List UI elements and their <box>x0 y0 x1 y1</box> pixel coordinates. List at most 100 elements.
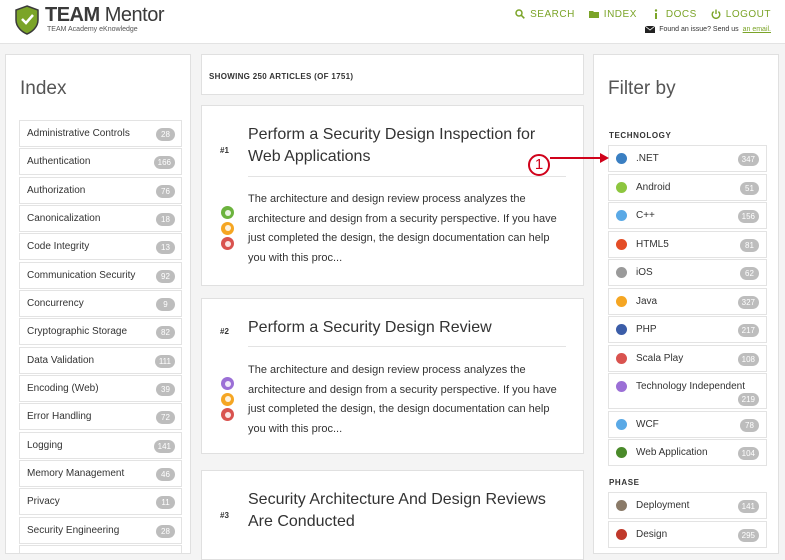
filter-panel: Filter by TECHNOLOGY .NET 347 Android 51 C++… <box>593 54 779 554</box>
nav-logout[interactable]: LOGOUT <box>711 8 771 20</box>
filter-item[interactable]: Scala Play 108 <box>608 344 767 372</box>
java-icon <box>616 295 627 307</box>
search-icon <box>515 9 525 19</box>
article-card[interactable]: #2 Perform a Security Design Review The … <box>201 298 584 454</box>
index-item[interactable]: Communication Security 92 <box>19 261 182 289</box>
count-badge: 156 <box>737 210 759 223</box>
index-item-label: Security Engineering <box>27 524 120 536</box>
count-badge: 9 <box>156 298 175 312</box>
filter-item-label: HTML5 <box>636 238 669 250</box>
filter-item-label: Scala Play <box>636 352 684 364</box>
index-item-label: Code Integrity <box>27 241 90 253</box>
index-item[interactable]: Administrative Controls 28 <box>19 120 182 147</box>
index-item-label: Canonicalization <box>27 213 101 225</box>
filter-item[interactable]: Technology Independent 219 <box>608 373 767 409</box>
index-item[interactable]: Canonicalization 18 <box>19 205 182 233</box>
index-item-label: Privacy <box>27 496 60 508</box>
index-item[interactable]: Cryptographic Storage 82 <box>19 318 182 346</box>
index-item[interactable]: Authentication 166 <box>19 148 182 176</box>
filter-item[interactable]: .NET 347 <box>608 145 767 172</box>
tag-phase-icon[interactable] <box>221 237 234 250</box>
filter-item-label: iOS <box>636 267 653 278</box>
nav-docs-label: DOCS <box>665 8 697 20</box>
filter-item[interactable]: Deployment 141 <box>608 492 767 519</box>
filter-item-label: Technology Independent <box>636 381 745 392</box>
index-item[interactable]: Security Engineering 28 <box>19 516 182 544</box>
filter-item-label: Android <box>636 181 671 193</box>
filter-item[interactable]: Java 327 <box>608 287 767 315</box>
power-icon <box>711 9 721 19</box>
article-card[interactable]: #1 Perform a Security Design Inspection … <box>201 105 584 286</box>
count-badge: 81 <box>740 238 759 252</box>
top-nav: SEARCH INDEX DOCS LOGOUT <box>515 8 771 20</box>
filter-item[interactable]: Android 51 <box>608 173 767 201</box>
logo-tagline: TEAM Academy eKnowledge <box>47 26 138 33</box>
count-badge: 76 <box>156 184 175 198</box>
folder-icon <box>588 11 599 18</box>
nav-index[interactable]: INDEX <box>588 8 637 20</box>
index-item-label: Error Handling <box>27 411 92 423</box>
globe-icon <box>616 447 627 458</box>
filter-item-label: Deployment <box>636 500 690 511</box>
index-item[interactable]: Error Handling 72 <box>19 403 182 431</box>
article-number: #1 <box>220 146 229 155</box>
count-badge: 104 <box>737 447 759 460</box>
count-badge: 141 <box>737 500 759 513</box>
filter-item-label: WCF <box>636 418 659 430</box>
filter-item[interactable]: WCF 78 <box>608 410 767 438</box>
email-link[interactable]: an email. <box>743 26 771 33</box>
apple-icon <box>616 267 627 278</box>
filter-item[interactable]: Web Application 104 <box>608 439 767 466</box>
index-item[interactable]: Concurrency 9 <box>19 290 182 318</box>
index-item[interactable]: Logging 141 <box>19 431 182 459</box>
index-item-label: Concurrency <box>27 298 84 310</box>
article-title[interactable]: Perform a Security Design Inspection for… <box>248 124 568 168</box>
article-card[interactable]: #3 Security Architecture And Design Revi… <box>201 470 584 560</box>
cpp-icon <box>616 210 627 221</box>
issue-text: Found an issue? Send us <box>659 26 739 33</box>
tag-type-icon[interactable] <box>221 392 234 406</box>
wcf-icon <box>616 418 627 430</box>
index-item[interactable]: Memory Management 46 <box>19 460 182 488</box>
top-bar: TEAM Mentor TEAM Academy eKnowledge SEAR… <box>0 0 785 44</box>
independent-icon <box>616 381 627 392</box>
envelope-icon <box>645 26 656 33</box>
article-summary: The architecture and design review proce… <box>248 364 557 435</box>
index-item-label: Data Validation <box>27 354 95 366</box>
nav-search[interactable]: SEARCH <box>515 8 575 20</box>
tag-type-icon[interactable] <box>221 221 234 235</box>
index-item-label: Authorization <box>27 184 86 196</box>
article-title[interactable]: Security Architecture And Design Reviews… <box>248 489 568 533</box>
filter-item-label: Design <box>636 528 668 540</box>
callout-marker: 1 <box>528 154 550 176</box>
tag-technology-icon[interactable] <box>221 206 234 219</box>
shield-logo-icon <box>15 5 39 35</box>
index-item[interactable]: Encoding (Web) 39 <box>19 375 182 403</box>
index-item[interactable]: Data Validation 111 <box>19 346 182 374</box>
index-item[interactable]: Authorization 76 <box>19 176 182 204</box>
filter-item[interactable]: Design 295 <box>608 520 767 548</box>
index-item[interactable]: Privacy 11 <box>19 488 182 516</box>
index-item[interactable]: Code Integrity 13 <box>19 233 182 261</box>
filter-item-label: C++ <box>636 210 655 221</box>
tag-technology-icon[interactable] <box>221 377 234 390</box>
filter-item[interactable]: C++ 156 <box>608 202 767 229</box>
count-badge: 18 <box>156 213 175 227</box>
filter-item[interactable]: PHP 217 <box>608 316 767 343</box>
article-title[interactable]: Perform a Security Design Review <box>248 317 568 339</box>
team-mentor-logo[interactable]: TEAM Mentor TEAM Academy eKnowledge <box>14 4 174 39</box>
count-badge: 217 <box>737 324 759 337</box>
filter-item[interactable]: HTML5 81 <box>608 230 767 258</box>
nav-docs[interactable]: DOCS <box>651 8 697 20</box>
count-badge: 46 <box>156 468 175 482</box>
index-item[interactable]: Separation of Data and28 <box>19 545 182 553</box>
filter-item-label: Web Application <box>636 447 708 458</box>
phase-filter-list: Deployment 141 Design 295 <box>608 492 767 549</box>
filter-item[interactable]: iOS 62 <box>608 259 767 286</box>
html5-icon <box>616 238 627 250</box>
index-item-label: Memory Management <box>27 468 125 480</box>
index-panel: Index Administrative Controls 28 Authentic… <box>5 54 191 554</box>
tag-phase-icon[interactable] <box>221 408 234 421</box>
technology-filter-list: .NET 347 Android 51 C++ 156 HTML5 81 iOS 62 Java 32… <box>608 145 767 468</box>
article-tags <box>221 206 235 253</box>
